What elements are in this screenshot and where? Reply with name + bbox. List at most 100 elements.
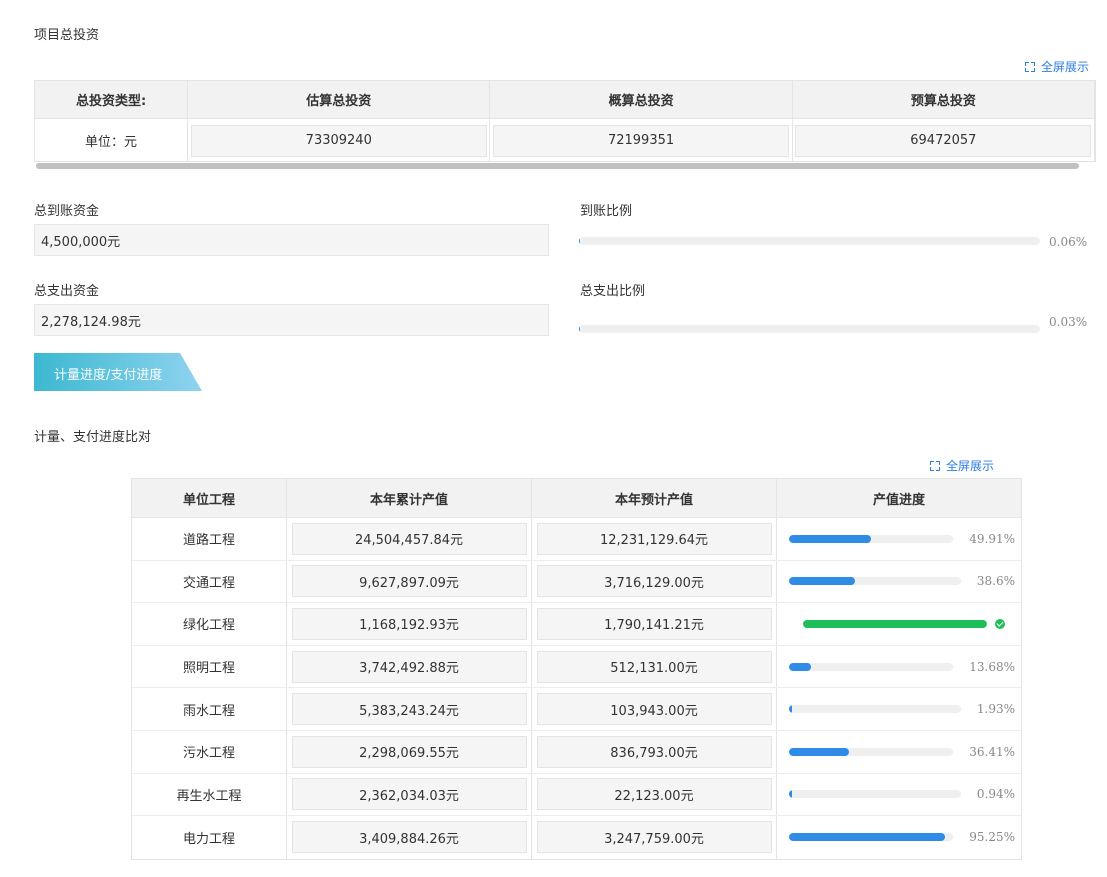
actual-output-value: 2,298,069.55元 [291, 735, 527, 768]
budget-value: 69472057 [795, 124, 1092, 157]
comparison-table-body: 道路工程 24,504,457.84元 12,231,129.64元 49.91… [132, 518, 1021, 859]
planned-output-value: 103,943.00元 [536, 693, 772, 726]
output-progress-cell: 38.6% [777, 561, 1021, 603]
table-row: 绿化工程 1,168,192.93元 1,790,141.21元 [132, 603, 1021, 646]
received-ratio-bar [579, 237, 1040, 245]
actual-output-cell: 24,504,457.84元 [287, 518, 532, 560]
comparison-table: 单位工程 本年累计产值 本年预计产值 产值进度 道路工程 24,504,457.… [131, 478, 1022, 860]
progress-text: 0.94% [976, 787, 1015, 802]
planned-output-cell: 836,793.00元 [532, 730, 777, 773]
progress-text: 36.41% [969, 744, 1015, 759]
actual-output-cell: 2,362,034.03元 [287, 773, 532, 816]
table-row: 雨水工程 5,383,243.24元 103,943.00元 1.93% [132, 688, 1021, 731]
output-progress-cell: 1.93% [777, 688, 1021, 730]
planned-output-cell: 3,716,129.00元 [532, 560, 777, 603]
unit-project-name: 道路工程 [132, 518, 287, 560]
spent-ratio-label: 总支出比例 [580, 284, 646, 299]
estimate-value: 73309240 [190, 124, 487, 157]
actual-output-value: 9,627,897.09元 [291, 565, 527, 598]
progress-text: 49.91% [969, 531, 1015, 546]
progress-fill [803, 619, 987, 628]
output-progress-cell: 49.91% [777, 518, 1021, 560]
unit-project-name: 再生水工程 [132, 773, 287, 816]
progress-track [789, 705, 961, 714]
progress-fill [789, 662, 812, 671]
progress-bar: 36.41% [783, 745, 1015, 759]
table-row: 道路工程 24,504,457.84元 12,231,129.64元 49.91… [132, 518, 1021, 561]
table-row: 照明工程 3,742,492.88元 512,131.00元 13.68% [132, 645, 1021, 689]
planned-output-value: 1,790,141.21元 [536, 607, 772, 640]
unit-project-name: 照明工程 [132, 645, 287, 688]
actual-output-cell: 9,627,897.09元 [287, 560, 532, 603]
actual-output-value: 3,742,492.88元 [291, 650, 527, 683]
progress-bar: 95.25% [783, 830, 1015, 844]
unit-label: 单位：元 [35, 119, 189, 161]
actual-output-cell: 1,168,192.93元 [287, 603, 532, 645]
output-progress-cell: 13.68% [777, 646, 1021, 688]
table-row: 交通工程 9,627,897.09元 3,716,129.00元 38.6% [132, 560, 1021, 604]
fullscreen-icon [930, 460, 940, 471]
planned-output-cell: 103,943.00元 [532, 688, 777, 730]
header-actual-output: 本年累计产值 [287, 479, 532, 517]
unit-project-name: 绿化工程 [132, 603, 287, 645]
spent-funds-label: 总支出资金 [34, 284, 100, 299]
received-ratio-fill [579, 237, 581, 245]
comparison-section-title: 计量、支付进度比对 [34, 430, 152, 445]
header-investment-type: 总投资类型: [35, 81, 189, 118]
progress-track [789, 747, 954, 756]
investment-table: 总投资类型: 估算总投资 概算总投资 预算总投资 单位：元 73309240 7… [34, 80, 1096, 162]
output-progress-cell [777, 603, 1021, 645]
tab-measurement-payment-progress[interactable]: 计量进度/支付进度 [34, 353, 202, 391]
planned-output-value: 22,123.00元 [536, 778, 772, 811]
actual-output-cell: 5,383,243.24元 [287, 688, 532, 730]
planned-output-value: 3,716,129.00元 [536, 565, 772, 598]
progress-bar: 1.93% [783, 702, 1015, 716]
actual-output-cell: 3,742,492.88元 [287, 645, 532, 688]
actual-output-value: 2,362,034.03元 [291, 778, 527, 811]
estimate-cell: 73309240 [188, 119, 491, 161]
progress-text: 38.6% [976, 574, 1015, 589]
output-progress-cell: 36.41% [777, 731, 1021, 773]
progress-fill [789, 705, 793, 714]
planned-output-value: 3,247,759.00元 [536, 821, 772, 854]
planned-output-cell: 12,231,129.64元 [532, 518, 777, 560]
tab-label: 计量进度/支付进度 [54, 368, 163, 383]
spent-ratio-fill [579, 325, 581, 333]
output-progress-cell: 0.94% [777, 774, 1021, 816]
planned-output-value: 836,793.00元 [536, 735, 772, 768]
comparison-fullscreen-button[interactable]: 全屏展示 [930, 457, 994, 474]
comparison-table-header: 单位工程 本年累计产值 本年预计产值 产值进度 [132, 479, 1021, 518]
fullscreen-label: 全屏展示 [1041, 60, 1090, 74]
actual-output-value: 3,409,884.26元 [291, 821, 527, 854]
budget-estimate-cell: 72199351 [490, 119, 793, 161]
unit-project-name: 电力工程 [132, 816, 287, 859]
progress-track [789, 662, 954, 671]
investment-table-row: 单位：元 73309240 72199351 69472057 [35, 119, 1095, 161]
received-funds-field: 4,500,000元 [34, 224, 549, 256]
progress-text: 13.68% [969, 659, 1015, 674]
table-row: 再生水工程 2,362,034.03元 22,123.00元 0.94% [132, 773, 1021, 817]
budget-estimate-value: 72199351 [493, 124, 790, 157]
progress-bar: 49.91% [783, 532, 1015, 546]
planned-output-value: 12,231,129.64元 [536, 522, 772, 555]
progress-fill [789, 790, 792, 799]
received-ratio-label: 到账比例 [580, 204, 633, 219]
unit-project-name: 交通工程 [132, 560, 287, 603]
progress-bar [783, 618, 1015, 629]
investment-fullscreen-button[interactable]: 全屏展示 [1025, 58, 1089, 75]
received-funds-label: 总到账资金 [34, 204, 100, 219]
planned-output-cell: 22,123.00元 [532, 773, 777, 816]
header-output-progress: 产值进度 [872, 492, 925, 508]
received-ratio-text: 0.06% [1049, 235, 1088, 249]
check-circle-icon [995, 618, 1005, 629]
actual-output-value: 24,504,457.84元 [291, 522, 527, 555]
fullscreen-icon [1025, 61, 1035, 72]
spent-funds-field: 2,278,124.98元 [34, 304, 549, 336]
header-unit-project: 单位工程 [132, 479, 287, 517]
actual-output-value: 5,383,243.24元 [291, 693, 527, 726]
header-estimate: 估算总投资 [188, 81, 491, 118]
budget-cell: 69472057 [793, 119, 1095, 161]
horizontal-scrollbar[interactable] [36, 163, 1079, 169]
progress-track [803, 619, 987, 628]
progress-bar: 38.6% [783, 574, 1015, 588]
